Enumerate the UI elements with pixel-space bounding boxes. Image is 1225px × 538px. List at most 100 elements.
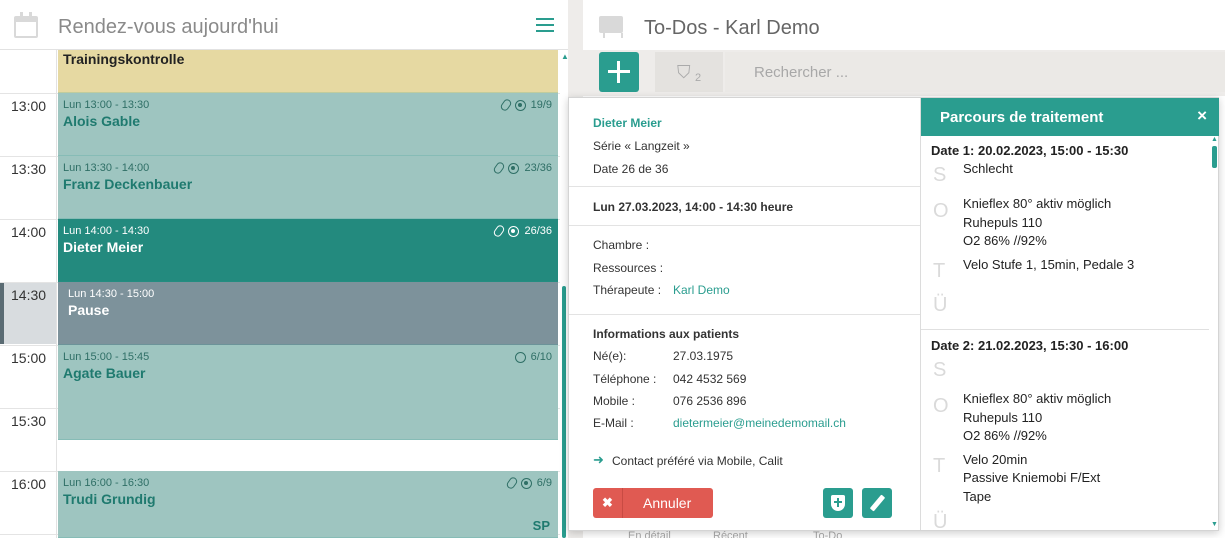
therapist-link[interactable]: Karl Demo [673, 283, 730, 297]
todo-title: To-Dos - Karl Demo [644, 17, 820, 39]
patient-name-link[interactable]: Dieter Meier [593, 116, 662, 130]
treatment-history-scrollbar[interactable]: ▲ ▼ [1209, 136, 1219, 530]
appointment-name: Franz Deckenbauer [63, 176, 193, 192]
birthdate-value: 27.03.1975 [673, 349, 734, 363]
treatment-date: Date 1: 20.02.2023, 15:00 - 15:30 [931, 143, 1129, 158]
entry-divider [921, 329, 1209, 330]
soap-letter-s: S [933, 359, 947, 381]
soap-letter-o: O [933, 200, 949, 222]
note-t: Passive Kniemobi F/Ext [963, 470, 1101, 485]
appointment-name: Agate Bauer [63, 365, 146, 381]
scroll-down-arrow-icon[interactable]: ▼ [1211, 521, 1218, 528]
calendar-icon [14, 12, 38, 38]
appointment-time: Lun 15:00 - 15:45 [63, 351, 150, 363]
calendar-header: Rendez-vous aujourd'hui [0, 0, 568, 50]
appointment-time: Lun 16:00 - 16:30 [63, 477, 150, 489]
note-o: Ruhepuls 110 [963, 410, 1043, 425]
series-dot-icon [508, 225, 520, 237]
note-t: Tape [963, 489, 992, 504]
series-dot-icon [520, 477, 532, 489]
resource-section: Chambre : Ressources : Thérapeute : Karl… [569, 226, 920, 315]
appointment-franz-deckenbauer[interactable]: Lun 13:30 - 14:00 Franz Deckenbauer 23/3… [58, 156, 558, 219]
appointment-dieter-meier[interactable]: Lun 14:00 - 14:30 Dieter Meier 26/36 [58, 219, 558, 282]
calendar-scrollbar[interactable]: ▲ [560, 50, 568, 538]
mobile-value: 076 2536 896 [673, 394, 747, 408]
appointment-meta: 19/9 [498, 97, 552, 113]
appointment-tag: SP [532, 518, 550, 533]
shield-plus-icon [831, 495, 845, 511]
add-todo-button[interactable] [599, 52, 639, 92]
calendar-title: Rendez-vous aujourd'hui [58, 16, 279, 38]
todo-header: To-Dos - Karl Demo [583, 0, 1225, 50]
note-o: Ruhepuls 110 [963, 215, 1043, 230]
resources-label: Ressources : [593, 261, 664, 275]
appointment-meta: 6/10 [514, 351, 552, 363]
soap-letter-s: S [933, 164, 947, 186]
email-link[interactable]: dietermeier@meinedemomail.ch [673, 416, 846, 430]
cancel-appointment-button[interactable]: ✖ Annuler [593, 488, 713, 518]
tab-todo[interactable]: To-Do [813, 530, 842, 538]
appointment-name: Dieter Meier [63, 239, 144, 255]
scroll-up-arrow-icon[interactable]: ▲ [1211, 136, 1218, 143]
appointment-trudi-grundig[interactable]: Lun 16:00 - 16:30 Trudi Grundig 6/9 SP [58, 471, 558, 538]
tab-detail[interactable]: En détail [628, 530, 671, 538]
note-o: Knieflex 80° aktiv möglich [963, 391, 1112, 406]
edit-button[interactable] [862, 488, 892, 518]
appointment-meta: 6/9 [504, 475, 552, 491]
series-dot-icon [508, 162, 520, 174]
paperclip-icon [492, 223, 507, 239]
close-icon: ✖ [593, 488, 623, 518]
note-o: O2 86% //92% [963, 233, 1047, 248]
todo-toolbar: ⛉ 2 [583, 50, 1225, 96]
appointment-details: Dieter Meier Série « Langzeit » Date 26 … [569, 98, 920, 530]
room-label: Chambre : [593, 238, 650, 252]
insurance-button[interactable] [823, 488, 853, 518]
appointment-popover: Dieter Meier Série « Langzeit » Date 26 … [568, 97, 1219, 531]
series-count: 26/36 [524, 225, 552, 237]
series-count: 6/9 [536, 477, 552, 489]
appointment-trainingskontrolle[interactable]: Trainingskontrolle [58, 50, 558, 93]
search-input[interactable] [725, 52, 1225, 92]
appointment-meta: 23/36 [492, 160, 552, 176]
close-icon[interactable]: × [1197, 106, 1207, 126]
scrollbar-thumb[interactable] [1212, 146, 1217, 168]
calendar-panel: Rendez-vous aujourd'hui 13:00 13:30 14:0… [0, 0, 568, 538]
filter-button[interactable]: ⛉ 2 [655, 52, 723, 92]
treatment-history-list: Date 1: 20.02.2023, 15:00 - 15:30 S Schl… [921, 136, 1219, 530]
time-label: 15:30 [11, 413, 47, 429]
soap-letter-o: O [933, 395, 949, 417]
field-label: Né(e): [593, 349, 627, 363]
appointment-name: Trainingskontrolle [63, 51, 185, 67]
treatment-history-header: Parcours de traitement × [921, 98, 1219, 136]
time-label: 13:30 [11, 161, 47, 177]
field-label: Téléphone : [593, 372, 657, 386]
appointment-alois-gable[interactable]: Lun 13:00 - 13:30 Alois Gable 19/9 [58, 93, 558, 156]
appointment-name: Alois Gable [63, 113, 141, 129]
scrollbar-thumb[interactable] [562, 286, 566, 538]
tab-recent[interactable]: Récent [713, 530, 748, 538]
soap-letter-u: Ü [933, 511, 948, 530]
appointment-time: Lun 13:00 - 13:30 [63, 99, 150, 111]
series-ring-icon [514, 351, 526, 363]
scroll-up-arrow-icon[interactable]: ▲ [561, 52, 568, 61]
time-label: 13:00 [11, 98, 47, 114]
note-t: Velo Stufe 1, 15min, Pedale 3 [963, 257, 1135, 272]
pencil-icon [869, 494, 886, 512]
hamburger-menu-icon[interactable] [536, 18, 554, 32]
time-label: 14:00 [11, 224, 47, 240]
appointment-pause[interactable]: Lun 14:30 - 15:00 Pause [58, 282, 558, 345]
field-label: Mobile : [593, 394, 636, 408]
time-label: 14:30 [11, 287, 47, 303]
paperclip-icon [498, 97, 513, 113]
treatment-history-title: Parcours de traitement [940, 109, 1104, 126]
treatment-history-panel: Parcours de traitement × Date 1: 20.02.2… [920, 98, 1219, 530]
funnel-icon: ⛉ [677, 62, 691, 82]
appointment-agate-bauer[interactable]: Lun 15:00 - 15:45 Agate Bauer 6/10 [58, 345, 558, 440]
time-label: 15:00 [11, 350, 47, 366]
soap-letter-u: Ü [933, 294, 948, 316]
note-o: Knieflex 80° aktiv möglich [963, 196, 1112, 211]
series-section: Dieter Meier Série « Langzeit » Date 26 … [569, 98, 920, 187]
series-name: Série « Langzeit » [593, 139, 690, 153]
filter-count: 2 [695, 72, 702, 84]
appointment-meta: 26/36 [492, 223, 552, 239]
